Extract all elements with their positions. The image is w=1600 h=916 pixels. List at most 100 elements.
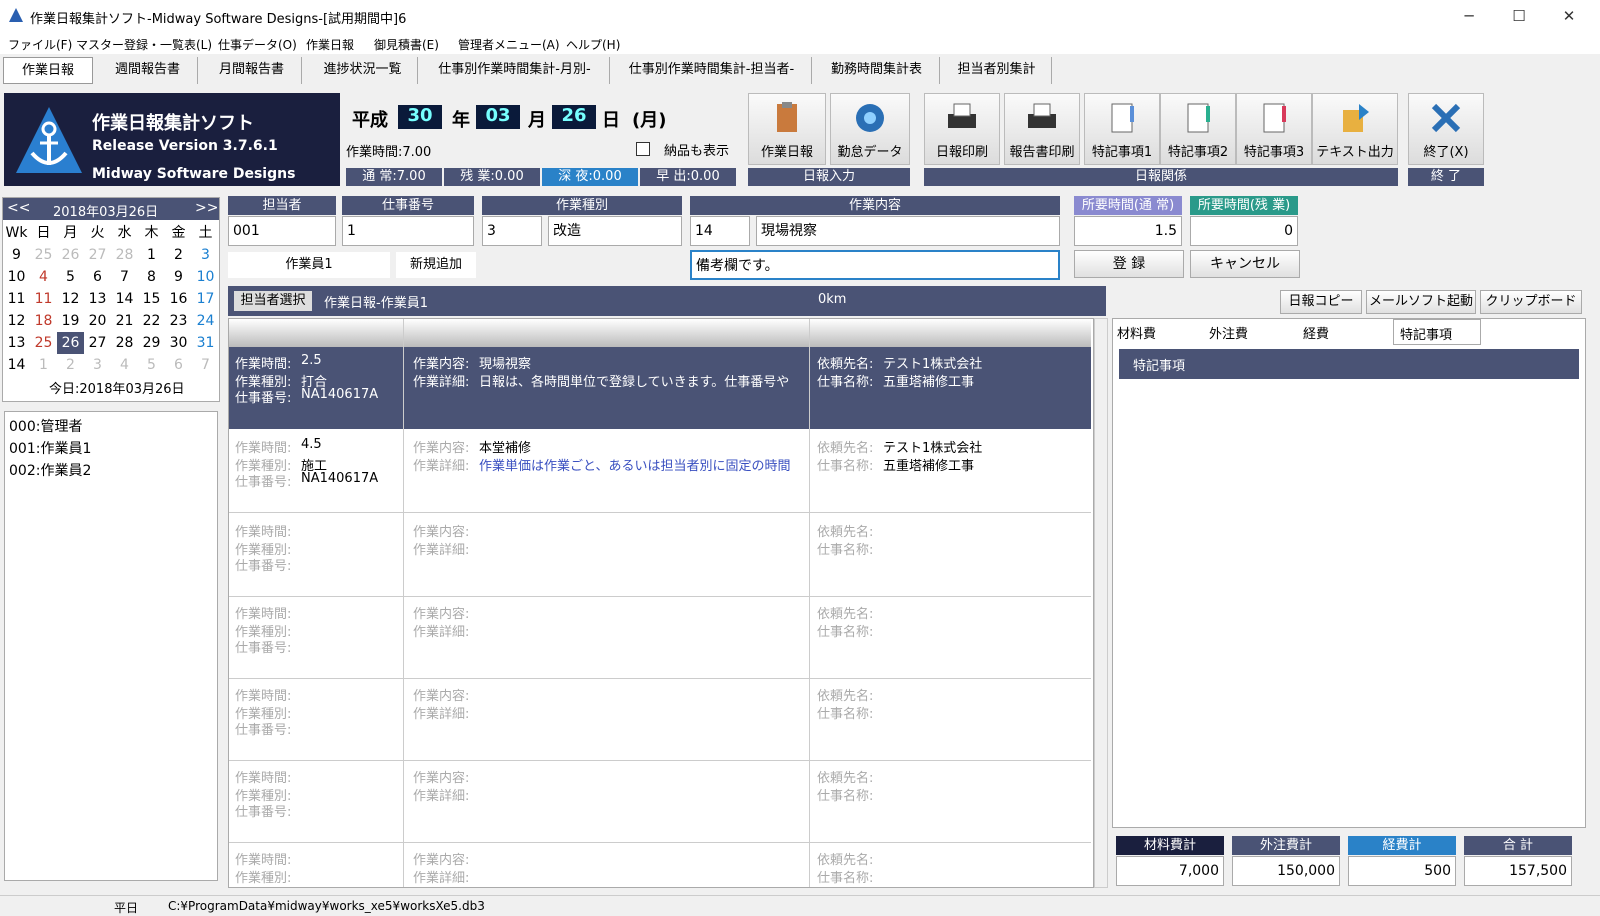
calendar-day[interactable]: 5: [57, 266, 84, 288]
note2-button[interactable]: 特記事項2: [1160, 93, 1236, 165]
calendar-prev-button[interactable]: <<: [7, 200, 30, 216]
menu-master[interactable]: マスター登録・一覧表(L): [76, 36, 212, 53]
user-item[interactable]: 001:作業員1: [9, 438, 91, 458]
content-code-input[interactable]: 14: [690, 216, 750, 246]
tab-outsourcing[interactable]: 外注費: [1209, 323, 1248, 342]
calendar-day[interactable]: 28: [111, 244, 138, 266]
calendar-day[interactable]: 2: [57, 354, 84, 376]
calendar-day[interactable]: 15: [138, 288, 165, 310]
calendar-day[interactable]: 27: [84, 332, 111, 354]
content-name-input[interactable]: 現場視察: [756, 216, 1060, 246]
menu-nippo[interactable]: 作業日報: [306, 36, 354, 53]
calendar-day[interactable]: 14: [111, 288, 138, 310]
calendar-day[interactable]: 26: [57, 332, 84, 354]
calendar-day[interactable]: 1: [30, 354, 57, 376]
calendar-day[interactable]: 7: [192, 354, 219, 376]
calendar-day[interactable]: 1: [138, 244, 165, 266]
register-button[interactable]: 登 録: [1074, 250, 1184, 278]
calendar-day[interactable]: 28: [111, 332, 138, 354]
menu-help[interactable]: ヘルプ(H): [566, 36, 620, 53]
user-item[interactable]: 000:管理者: [9, 416, 82, 436]
nippo-button[interactable]: 作業日報: [748, 93, 826, 165]
grid-row[interactable]: 作業時間: 4.5 作業種別: 施工 仕事番号: NA140617A 作業内容:…: [229, 431, 1091, 513]
calendar-day[interactable]: 24: [192, 310, 219, 332]
calendar-day[interactable]: 23: [165, 310, 192, 332]
calendar-day[interactable]: 18: [30, 310, 57, 332]
calendar-day[interactable]: 22: [138, 310, 165, 332]
year-box[interactable]: 30: [398, 105, 442, 129]
tab-job-person[interactable]: 仕事別作業時間集計-担当者-: [612, 57, 812, 84]
calendar-day[interactable]: 12: [57, 288, 84, 310]
mail-button[interactable]: メールソフト起動: [1366, 290, 1476, 314]
menu-job-data[interactable]: 仕事データ(O): [218, 36, 297, 53]
person-input[interactable]: 001: [228, 216, 336, 246]
calendar-day[interactable]: 25: [30, 332, 57, 354]
tab-materials[interactable]: 材料費: [1117, 323, 1156, 342]
tab-nippo[interactable]: 作業日報: [3, 57, 93, 84]
menu-file[interactable]: ファイル(F): [8, 36, 72, 53]
grid-row-selected[interactable]: 作業時間: 2.5 作業種別: 打合 仕事番号: NA140617A 作業内容:…: [229, 347, 1091, 429]
calendar-next-button[interactable]: >>: [195, 200, 218, 216]
calendar-day[interactable]: 19: [57, 310, 84, 332]
calendar-day[interactable]: 4: [111, 354, 138, 376]
show-delivery-checkbox[interactable]: [636, 142, 650, 156]
grid-row-empty[interactable]: 作業時間:作業種別:仕事番号:作業内容:作業詳細:依頼先名:仕事名称:: [229, 515, 1091, 597]
calendar-day[interactable]: 26: [57, 244, 84, 266]
calendar-day[interactable]: 29: [138, 332, 165, 354]
calendar-day[interactable]: 20: [84, 310, 111, 332]
grid-row-empty[interactable]: 作業時間:作業種別:仕事番号:作業内容:作業詳細:依頼先名:仕事名称:: [229, 679, 1091, 761]
calendar-day[interactable]: 31: [192, 332, 219, 354]
close-button[interactable]: ✕: [1546, 0, 1592, 32]
month-box[interactable]: 03: [476, 105, 520, 129]
calendar-day[interactable]: 16: [165, 288, 192, 310]
tab-work-hours[interactable]: 勤務時間集計表: [814, 57, 940, 84]
calendar-day[interactable]: 3: [84, 354, 111, 376]
calendar-day[interactable]: 6: [165, 354, 192, 376]
kintai-button[interactable]: 勤怠データ: [830, 93, 910, 165]
cancel-button[interactable]: キャンセル: [1190, 250, 1300, 278]
grid-row-empty[interactable]: 作業時間:作業種別:仕事番号:作業内容:作業詳細:依頼先名:仕事名称:: [229, 761, 1091, 843]
select-person-button[interactable]: 担当者選択: [234, 291, 312, 311]
minimize-button[interactable]: ─: [1446, 0, 1492, 32]
print-button[interactable]: 日報印刷: [924, 93, 1000, 165]
calendar-day[interactable]: 30: [165, 332, 192, 354]
exit-button[interactable]: 終了(X): [1408, 93, 1484, 165]
job-input[interactable]: 1: [342, 216, 474, 246]
note1-button[interactable]: 特記事項1: [1084, 93, 1160, 165]
tab-job-monthly[interactable]: 仕事別作業時間集計-月別-: [420, 57, 610, 84]
grid-row-empty[interactable]: 作業時間:作業種別:仕事番号:作業内容:作業詳細:依頼先名:仕事名称:: [229, 597, 1091, 679]
new-add-button[interactable]: 新規追加: [396, 252, 476, 278]
menu-admin[interactable]: 管理者メニュー(A): [458, 36, 560, 53]
tab-progress[interactable]: 進捗状況一覧: [308, 57, 418, 84]
time-over-input[interactable]: 0: [1190, 216, 1298, 246]
calendar-day[interactable]: 10: [192, 266, 219, 288]
text-output-button[interactable]: テキスト出力: [1312, 93, 1398, 165]
report-print-button[interactable]: 報告書印刷: [1004, 93, 1080, 165]
grid-row-empty[interactable]: 作業時間:作業種別:仕事番号:作業内容:作業詳細:依頼先名:仕事名称:: [229, 843, 1091, 887]
type-name-input[interactable]: 改造: [548, 216, 682, 246]
clipboard-button[interactable]: クリップボード: [1480, 290, 1582, 314]
calendar-day[interactable]: 5: [138, 354, 165, 376]
calendar-day[interactable]: 17: [192, 288, 219, 310]
calendar-day[interactable]: 4: [30, 266, 57, 288]
calendar-day[interactable]: 2: [165, 244, 192, 266]
tab-special-notes[interactable]: 特記事項: [1393, 319, 1481, 345]
grid-scrollbar[interactable]: [1094, 318, 1108, 888]
day-box[interactable]: 26: [552, 105, 596, 129]
type-code-input[interactable]: 3: [482, 216, 542, 246]
calendar-day[interactable]: 6: [84, 266, 111, 288]
calendar-day[interactable]: 8: [138, 266, 165, 288]
copy-nippo-button[interactable]: 日報コピー: [1280, 290, 1362, 314]
tab-expenses[interactable]: 経費: [1303, 323, 1329, 342]
calendar-day[interactable]: 3: [192, 244, 219, 266]
time-normal-input[interactable]: 1.5: [1074, 216, 1182, 246]
calendar-day[interactable]: 21: [111, 310, 138, 332]
calendar-day[interactable]: 7: [111, 266, 138, 288]
maximize-button[interactable]: ☐: [1496, 0, 1542, 32]
note3-button[interactable]: 特記事項3: [1236, 93, 1312, 165]
tab-person-total[interactable]: 担当者別集計: [942, 57, 1052, 84]
tab-weekly[interactable]: 週間報告書: [98, 57, 198, 84]
calendar-day[interactable]: 25: [30, 244, 57, 266]
calendar-day[interactable]: 11: [30, 288, 57, 310]
menu-estimate[interactable]: 御見積書(E): [374, 36, 439, 53]
